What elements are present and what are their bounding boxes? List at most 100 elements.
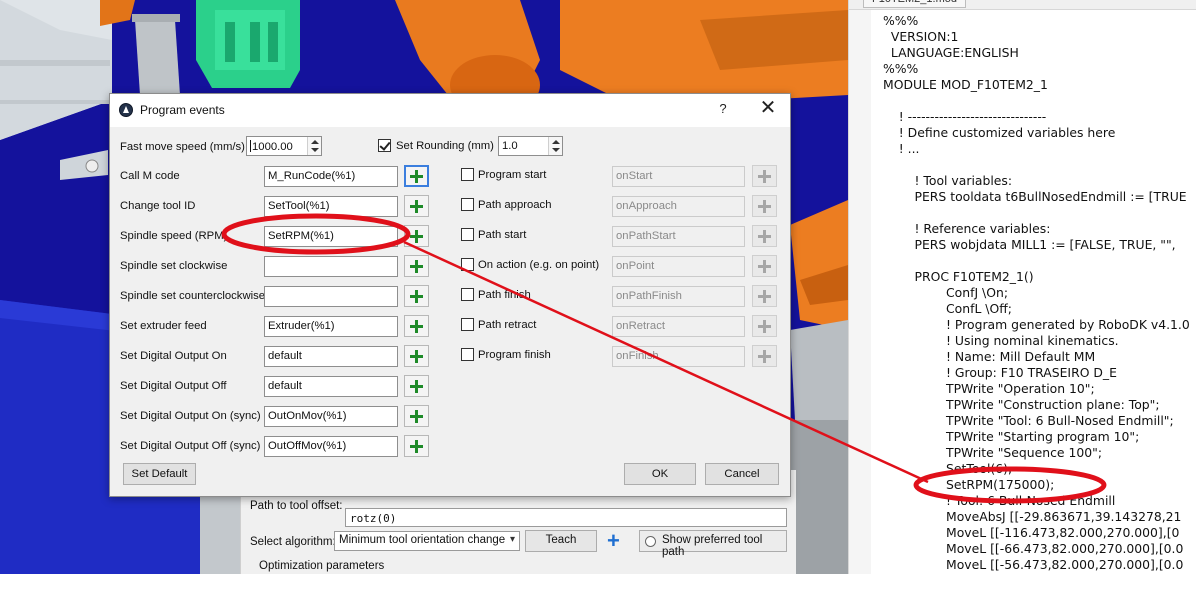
code-line[interactable]: PERS tooldata t6BullNosedEndmill := [TRU… bbox=[883, 189, 1196, 205]
event-code-field[interactable]: onPathStart bbox=[612, 226, 745, 247]
set-default-button[interactable]: Set Default bbox=[123, 463, 196, 485]
code-editor[interactable]: F10TEM2_1.mod %%% VERSION:1 LANGUAGE:ENG… bbox=[848, 0, 1196, 574]
event-code-field[interactable]: default bbox=[264, 376, 398, 397]
event-code-field[interactable]: OutOnMov(%1) bbox=[264, 406, 398, 427]
radio-button[interactable] bbox=[645, 536, 656, 547]
code-line[interactable] bbox=[883, 93, 1196, 109]
code-line[interactable]: TPWrite "Operation 10"; bbox=[883, 381, 1196, 397]
code-line[interactable]: ConfL \Off; bbox=[883, 301, 1196, 317]
dialog-title: Program events bbox=[140, 103, 225, 117]
add-icon-button[interactable] bbox=[404, 435, 429, 457]
code-line[interactable]: ! Define customized variables here bbox=[883, 125, 1196, 141]
add-icon-button[interactable] bbox=[752, 165, 777, 187]
code-line[interactable] bbox=[883, 157, 1196, 173]
event-code-field[interactable]: onStart bbox=[612, 166, 745, 187]
add-icon-button[interactable] bbox=[404, 375, 429, 397]
code-line[interactable] bbox=[883, 253, 1196, 269]
code-line[interactable]: SetTool(6); bbox=[883, 461, 1196, 477]
dialog-titlebar[interactable]: Program events ? ✕ bbox=[110, 94, 790, 127]
event-code-field[interactable]: Extruder(%1) bbox=[264, 316, 398, 337]
code-line[interactable]: MoveL [[-116.473,82.000,270.000],[0 bbox=[883, 525, 1196, 541]
code-line[interactable]: LANGUAGE:ENGLISH bbox=[883, 45, 1196, 61]
ok-button[interactable]: OK bbox=[624, 463, 696, 485]
event-enable-checkbox[interactable] bbox=[461, 288, 474, 301]
code-line[interactable]: ConfJ \On; bbox=[883, 285, 1196, 301]
event-code-field[interactable]: onFinish bbox=[612, 346, 745, 367]
code-line[interactable]: ! Tool variables: bbox=[883, 173, 1196, 189]
bottom-strip bbox=[0, 574, 1196, 590]
code-line[interactable]: TPWrite "Construction plane: Top"; bbox=[883, 397, 1196, 413]
code-line[interactable]: ! Program generated by RoboDK v4.1.0 bbox=[883, 317, 1196, 333]
add-icon-button[interactable] bbox=[404, 315, 429, 337]
code-line[interactable]: MoveL [[-56.473,82.000,270.000],[0.0 bbox=[883, 557, 1196, 573]
close-button[interactable]: ✕ bbox=[756, 97, 780, 119]
code-line[interactable]: PROC F10TEM2_1() bbox=[883, 269, 1196, 285]
event-code-field[interactable]: onPathFinish bbox=[612, 286, 745, 307]
event-enable-checkbox[interactable] bbox=[461, 168, 474, 181]
event-label: Set extruder feed bbox=[120, 320, 207, 332]
add-icon-button[interactable] bbox=[404, 345, 429, 367]
teach-button[interactable]: Teach bbox=[525, 530, 597, 552]
event-enable-checkbox[interactable] bbox=[461, 348, 474, 361]
editor-tab[interactable]: F10TEM2_1.mod bbox=[863, 0, 966, 8]
code-line[interactable]: ! Using nominal kinematics. bbox=[883, 333, 1196, 349]
add-icon-button[interactable] bbox=[752, 345, 777, 367]
algorithm-select[interactable]: Minimum tool orientation change ▾ bbox=[334, 531, 520, 551]
add-icon-button[interactable] bbox=[752, 255, 777, 277]
spin-arrows-icon[interactable] bbox=[548, 137, 562, 155]
fast-move-speed-spinbox[interactable]: 1000.00 bbox=[246, 136, 322, 156]
set-rounding-checkbox[interactable] bbox=[378, 139, 391, 152]
event-code-field[interactable]: onPoint bbox=[612, 256, 745, 277]
code-line[interactable]: %%% bbox=[883, 61, 1196, 77]
add-icon-button[interactable] bbox=[404, 225, 429, 247]
add-icon-button[interactable] bbox=[752, 195, 777, 217]
add-icon-button[interactable] bbox=[404, 405, 429, 427]
add-icon[interactable]: + bbox=[607, 530, 620, 552]
code-line[interactable]: TPWrite "Sequence 100"; bbox=[883, 445, 1196, 461]
event-code-field[interactable]: OutOffMov(%1) bbox=[264, 436, 398, 457]
event-enable-checkbox[interactable] bbox=[461, 228, 474, 241]
code-line[interactable]: ! Reference variables: bbox=[883, 221, 1196, 237]
add-icon-button[interactable] bbox=[752, 285, 777, 307]
add-icon-button[interactable] bbox=[404, 165, 429, 187]
event-enable-checkbox[interactable] bbox=[461, 198, 474, 211]
code-line[interactable]: TPWrite "Starting program 10"; bbox=[883, 429, 1196, 445]
code-line[interactable]: ! Name: Mill Default MM bbox=[883, 349, 1196, 365]
event-code-field[interactable] bbox=[264, 286, 398, 307]
code-line[interactable]: MoveL [[-66.473,82.000,270.000],[0.0 bbox=[883, 541, 1196, 557]
code-line[interactable]: MODULE MOD_F10TEM2_1 bbox=[883, 77, 1196, 93]
code-line[interactable]: TPWrite "Tool: 6 Bull-Nosed Endmill"; bbox=[883, 413, 1196, 429]
event-code-field[interactable]: onApproach bbox=[612, 196, 745, 217]
add-icon-button[interactable] bbox=[404, 285, 429, 307]
code-line[interactable]: ! Tool: 6 Bull-Nosed Endmill bbox=[883, 493, 1196, 509]
code-line[interactable]: SetRPM(175000); bbox=[883, 477, 1196, 493]
spin-arrows-icon[interactable] bbox=[307, 137, 321, 155]
code-line[interactable]: %%% bbox=[883, 13, 1196, 29]
code-text[interactable]: %%% VERSION:1 LANGUAGE:ENGLISH%%% MODULE … bbox=[883, 13, 1196, 574]
event-code-field[interactable]: SetTool(%1) bbox=[264, 196, 398, 217]
add-icon-button[interactable] bbox=[404, 195, 429, 217]
add-icon-button[interactable] bbox=[404, 255, 429, 277]
show-preferred-path-option[interactable]: Show preferred tool path bbox=[639, 530, 787, 558]
tool-offset-field[interactable]: rotz(0) bbox=[345, 508, 787, 527]
code-line[interactable]: ! Group: F10 TRASEIRO D_E bbox=[883, 365, 1196, 381]
event-code-field[interactable] bbox=[264, 256, 398, 277]
cancel-button[interactable]: Cancel bbox=[705, 463, 779, 485]
code-line[interactable]: ! ------------------------------- bbox=[883, 109, 1196, 125]
code-line[interactable]: MoveAbsJ [[-29.863671,39.143278,21 bbox=[883, 509, 1196, 525]
rounding-spinbox[interactable]: 1.0 bbox=[498, 136, 563, 156]
add-icon-button[interactable] bbox=[752, 315, 777, 337]
code-line[interactable]: ! ... bbox=[883, 141, 1196, 157]
help-button[interactable]: ? bbox=[716, 101, 730, 116]
add-icon-button[interactable] bbox=[752, 225, 777, 247]
event-code-field[interactable]: M_RunCode(%1) bbox=[264, 166, 398, 187]
event-code-field[interactable]: onRetract bbox=[612, 316, 745, 337]
code-line[interactable]: PERS wobjdata MILL1 := [FALSE, TRUE, "", bbox=[883, 237, 1196, 253]
event-code-field[interactable]: SetRPM(%1) bbox=[264, 226, 398, 247]
code-line[interactable]: VERSION:1 bbox=[883, 29, 1196, 45]
code-line[interactable] bbox=[883, 205, 1196, 221]
event-code-field[interactable]: default bbox=[264, 346, 398, 367]
event-enable-checkbox[interactable] bbox=[461, 318, 474, 331]
event-enable-checkbox[interactable] bbox=[461, 258, 474, 271]
event-label: Path finish bbox=[478, 289, 531, 301]
